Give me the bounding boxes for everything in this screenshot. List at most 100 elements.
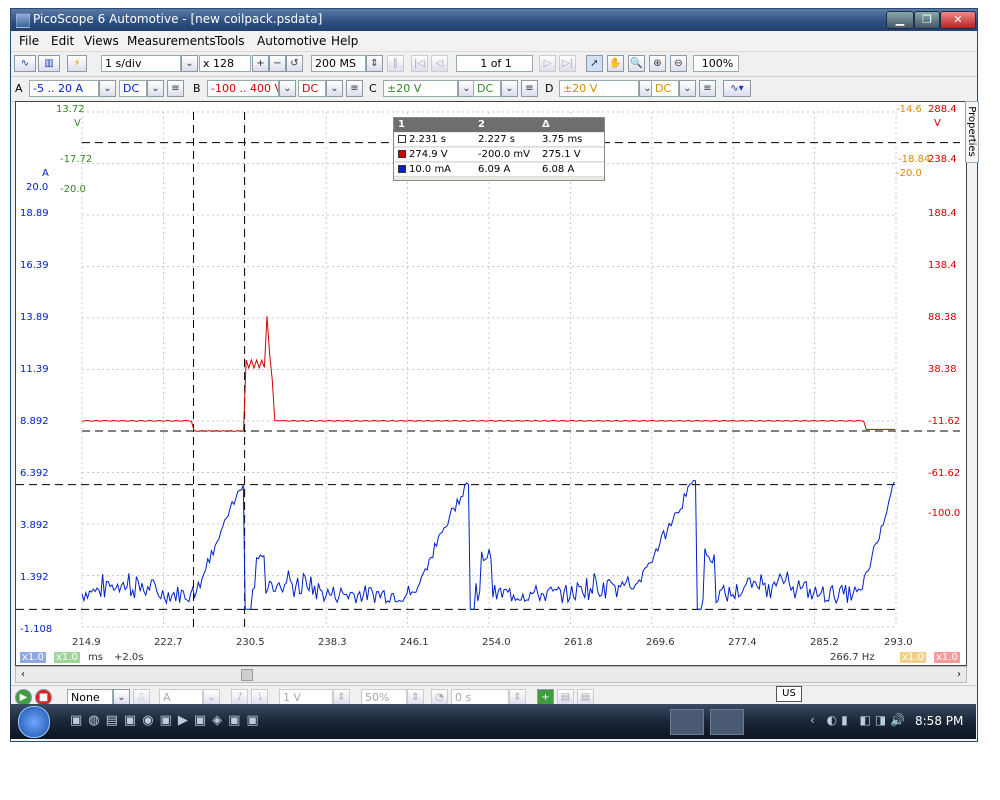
minimize-icon: ▁ <box>895 13 905 26</box>
channel-toolbar: A -5 .. 20 A ⌄ DC ⌄ ≡ B -100 .. 400 V ⌄ … <box>11 77 977 102</box>
first-page-icon[interactable]: |◁ <box>411 55 428 72</box>
orange-axis-top: -14.6 <box>896 104 922 115</box>
page-indicator: 1 of 1 <box>456 55 533 72</box>
blue-axis-label: 16.39 <box>20 260 49 271</box>
menu-file[interactable]: File <box>19 34 39 48</box>
channel-d-label: D <box>545 82 554 95</box>
prev-page-icon[interactable]: ◁ <box>431 55 448 72</box>
channel-c-options-icon[interactable]: ≡ <box>521 80 538 97</box>
scale-tag-d[interactable]: x1.0 <box>900 652 926 663</box>
waveform-plot[interactable] <box>16 102 966 665</box>
zoom-in-icon[interactable]: ⊕ <box>649 55 666 72</box>
taskbar-app-button[interactable] <box>710 709 744 735</box>
ruler-cell: 6.08 A <box>538 163 604 177</box>
channel-c-label: C <box>369 82 377 95</box>
blue-axis-unit: A <box>42 168 49 179</box>
spectrum-mode-icon[interactable]: ▥ <box>38 55 60 72</box>
zoom-select[interactable]: x 128 <box>199 55 251 72</box>
zoom-minus-icon[interactable]: − <box>269 55 286 72</box>
chevron-down-icon[interactable]: ⌄ <box>501 80 518 97</box>
minimize-button[interactable]: ▁ <box>886 11 914 29</box>
x-tick: 254.0 <box>482 637 511 648</box>
samples-stepper-icon[interactable]: ⇕ <box>366 55 383 72</box>
chevron-down-icon[interactable]: ⌄ <box>99 80 116 97</box>
properties-tab[interactable]: Properties <box>965 101 979 163</box>
tray-icons[interactable]: ‹ ◐▮ ◧◨🔊 <box>810 713 909 727</box>
ruler-legend[interactable]: 1 2 Δ 2.231 s 2.227 s 3.75 ms 274.9 V -2… <box>393 117 605 181</box>
channel-d-range[interactable]: ±20 V <box>559 80 639 97</box>
blue-axis-label: 13.89 <box>20 312 49 323</box>
auto-setup-icon[interactable]: ⚡ <box>67 55 87 72</box>
close-icon: ✕ <box>953 13 963 26</box>
blue-axis-label: 11.39 <box>20 364 49 375</box>
zoom-out-icon[interactable]: ⊖ <box>670 55 687 72</box>
last-page-icon[interactable]: ▷| <box>559 55 576 72</box>
menu-automotive[interactable]: Automotive <box>257 34 326 48</box>
blue-axis-label: 6.392 <box>20 468 49 479</box>
channel-d-options-icon[interactable]: ≡ <box>699 80 716 97</box>
menu-bar: File Edit Views Measurements Tools Autom… <box>11 31 977 52</box>
pointer-tool-icon[interactable]: ➚ <box>586 55 603 72</box>
green-axis-top: 13.72 <box>56 104 85 115</box>
scroll-right-icon[interactable]: › <box>952 667 966 682</box>
chevron-down-icon[interactable]: ⌄ <box>326 80 343 97</box>
red-axis-label: 138.4 <box>928 260 957 271</box>
start-orb-icon[interactable] <box>18 706 50 738</box>
quick-launch-icons[interactable]: ▣◍▤▣◉▣▶▣◈▣▣ <box>70 713 265 728</box>
channel-a-coupling[interactable]: DC <box>119 80 147 97</box>
math-channel-icon[interactable]: ∿▾ <box>723 80 751 97</box>
language-indicator[interactable]: US <box>776 686 802 702</box>
x-axis-unit: ms <box>88 652 103 663</box>
chevron-down-icon[interactable]: ⌄ <box>147 80 164 97</box>
horizontal-scrollbar[interactable]: ‹ › <box>15 666 967 683</box>
properties-label: Properties <box>965 106 977 157</box>
red-axis-label: 188.4 <box>928 208 957 219</box>
menu-edit[interactable]: Edit <box>51 34 74 48</box>
channel-c-range[interactable]: ±20 V <box>383 80 458 97</box>
channel-a-range[interactable]: -5 .. 20 A <box>29 80 99 97</box>
channel-b-options-icon[interactable]: ≡ <box>346 80 363 97</box>
channel-b-coupling[interactable]: DC <box>298 80 326 97</box>
zoom-tool-icon[interactable]: 🔍 <box>628 55 645 72</box>
channel-c-coupling[interactable]: DC <box>473 80 501 97</box>
green-axis-bottom: -20.0 <box>60 184 86 195</box>
channel-a-label: A <box>15 82 23 95</box>
chevron-down-icon[interactable]: ⌄ <box>181 55 198 72</box>
menu-help[interactable]: Help <box>331 34 358 48</box>
taskbar-app-button[interactable] <box>670 709 704 735</box>
blue-axis-label: 18.89 <box>20 208 49 219</box>
zoom-percent[interactable]: 100% <box>693 55 739 72</box>
scope-mode-icon[interactable]: ∿ <box>14 55 36 72</box>
menu-tools[interactable]: Tools <box>215 34 245 48</box>
signal-gen-icon[interactable]: ∥ <box>387 55 404 72</box>
channel-a-swatch <box>398 165 406 173</box>
close-button[interactable]: ✕ <box>940 11 976 29</box>
scroll-left-icon[interactable]: ‹ <box>16 667 30 682</box>
scope-view[interactable]: 13.72 V -17.72 -20.0 A 20.0 18.89 16.39 … <box>15 101 967 666</box>
menu-measurements[interactable]: Measurements <box>127 34 216 48</box>
next-page-icon[interactable]: ▷ <box>539 55 556 72</box>
chevron-down-icon[interactable]: ⌄ <box>679 80 696 97</box>
x-tick: 285.2 <box>810 637 839 648</box>
channel-b-range[interactable]: -100 .. 400 V <box>207 80 279 97</box>
zoom-plus-icon[interactable]: + <box>252 55 269 72</box>
channel-b-label: B <box>193 82 201 95</box>
red-axis-label: 288.4 <box>928 104 957 115</box>
menu-views[interactable]: Views <box>84 34 119 48</box>
ruler-cell: 2.231 s <box>394 133 474 147</box>
channel-a-options-icon[interactable]: ≡ <box>167 80 184 97</box>
clock: 8:58 PM <box>915 714 964 728</box>
scale-tag-b[interactable]: x1.0 <box>934 652 960 663</box>
channel-d-coupling[interactable]: DC <box>651 80 679 97</box>
scale-tag-c[interactable]: x1.0 <box>54 652 80 663</box>
restore-button[interactable]: ❐ <box>914 11 940 29</box>
chevron-down-icon[interactable]: ⌄ <box>279 80 296 97</box>
zoom-reset-icon[interactable]: ↺ <box>286 55 303 72</box>
hand-tool-icon[interactable]: ✋ <box>607 55 624 72</box>
samples-field[interactable]: 200 MS <box>311 55 366 72</box>
channel-a-trace <box>81 479 895 610</box>
scroll-thumb[interactable] <box>241 669 253 681</box>
timebase-select[interactable]: 1 s/div <box>101 55 181 72</box>
scale-tag-a[interactable]: x1.0 <box>20 652 46 663</box>
orange-axis-mid: -18.84 <box>898 154 931 165</box>
